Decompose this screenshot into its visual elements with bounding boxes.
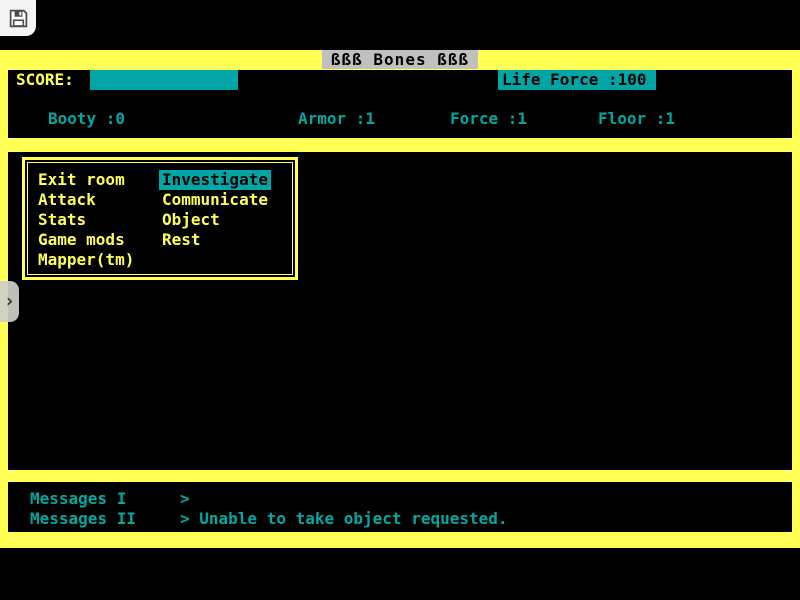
menu-item-investigate[interactable]: Investigate bbox=[159, 170, 271, 190]
game-screen: ßßß Bones ßßß SCORE: 0 Life Force :100 B… bbox=[0, 0, 800, 600]
floppy-disk-icon bbox=[8, 8, 29, 29]
messages-2-label: Messages II bbox=[30, 509, 136, 529]
menu-item-rest[interactable]: Rest bbox=[162, 230, 271, 250]
menu-item-mapper[interactable]: Mapper(tm) bbox=[38, 250, 134, 270]
stat-armor: Armor :1 bbox=[298, 109, 375, 129]
messages-1-text: > bbox=[180, 489, 190, 509]
life-force-badge: Life Force :100 bbox=[498, 70, 656, 90]
game-title: ßßß Bones ßßß bbox=[322, 50, 478, 69]
menu-column-right: Investigate Communicate Object Rest bbox=[162, 170, 271, 250]
stat-force: Force :1 bbox=[450, 109, 527, 129]
score-value: 0 bbox=[223, 90, 233, 109]
menu-item-attack[interactable]: Attack bbox=[38, 190, 134, 210]
menu-item-exit-room[interactable]: Exit room bbox=[38, 170, 134, 190]
score-label: SCORE: bbox=[16, 70, 74, 90]
drawer-handle[interactable]: › bbox=[0, 281, 19, 322]
menu-item-stats[interactable]: Stats bbox=[38, 210, 134, 230]
save-button[interactable] bbox=[0, 0, 36, 36]
stat-floor: Floor :1 bbox=[598, 109, 675, 129]
messages-2-text: > Unable to take object requested. bbox=[180, 509, 508, 529]
chevron-right-icon: › bbox=[4, 292, 15, 311]
stat-booty: Booty :0 bbox=[48, 109, 125, 129]
messages-1-label: Messages I bbox=[30, 489, 126, 509]
action-menu: Exit room Attack Stats Game mods Mapper(… bbox=[22, 157, 298, 280]
menu-item-game-mods[interactable]: Game mods bbox=[38, 230, 134, 250]
score-bar: 0 bbox=[90, 70, 238, 90]
menu-column-left: Exit room Attack Stats Game mods Mapper(… bbox=[38, 170, 134, 270]
menu-item-object[interactable]: Object bbox=[162, 210, 271, 230]
menu-item-communicate[interactable]: Communicate bbox=[162, 190, 271, 210]
